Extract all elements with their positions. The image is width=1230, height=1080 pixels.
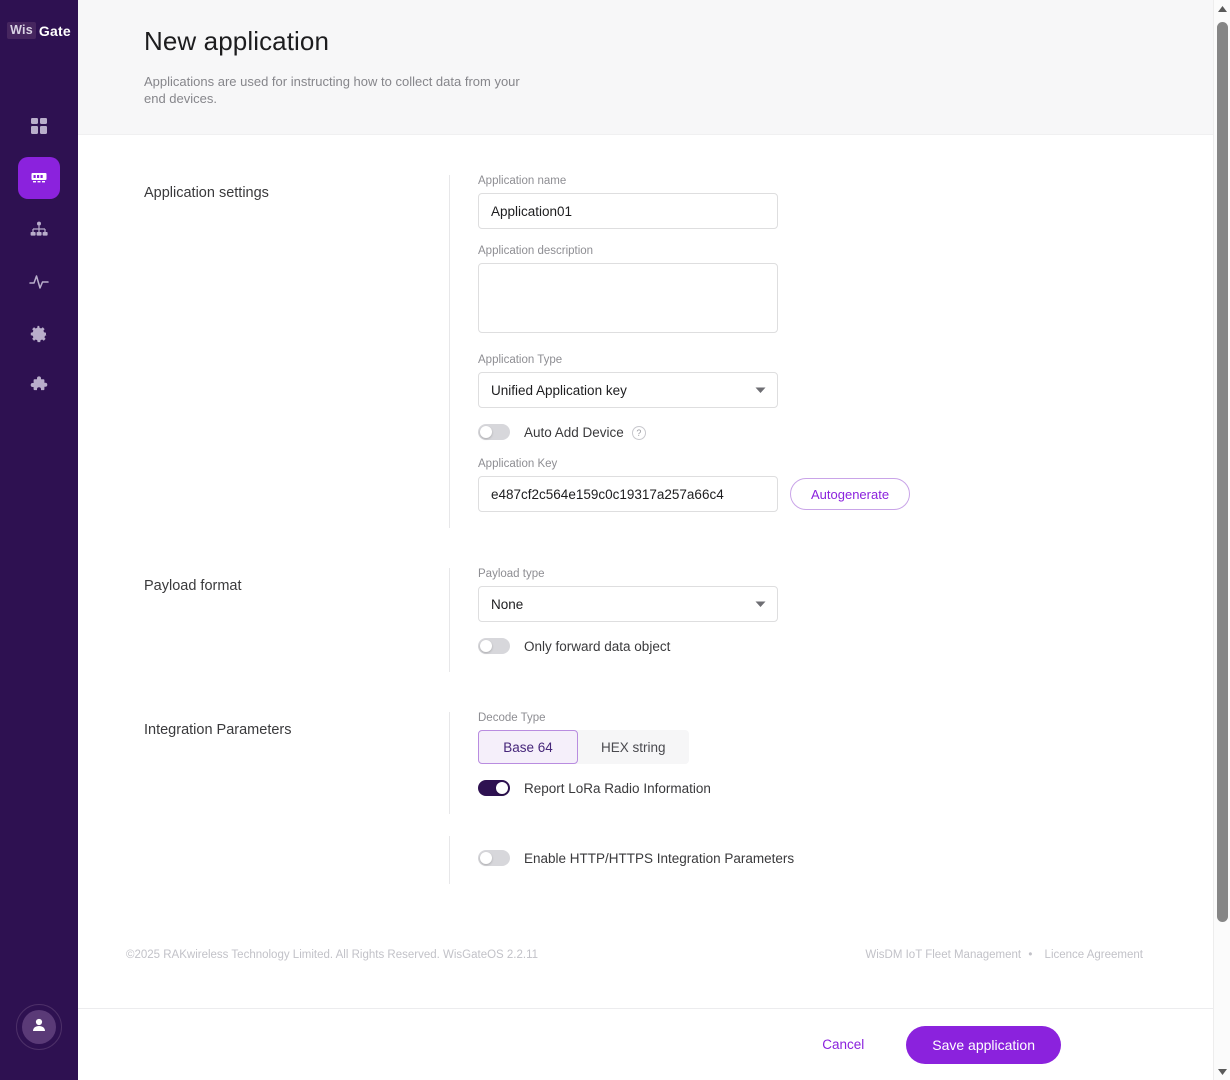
payload-format-fields: Payload type Only forward data objec [449,568,1213,672]
footer-separator: • [1028,949,1033,961]
decode-type-option-hex-string[interactable]: HEX string [578,730,689,764]
form-content: Application settings Application name Ap… [78,135,1213,884]
only-forward-data-object-toggle[interactable] [478,638,510,654]
grid-icon [29,116,49,136]
application-key-row: Autogenerate [478,476,1213,512]
report-lora-radio-information-toggle[interactable] [478,780,510,796]
application-key-input[interactable] [478,476,778,512]
section-integration-parameters: Integration Parameters Decode Type Base … [144,672,1213,814]
licence-agreement-link[interactable]: Licence Agreement [1045,949,1143,961]
puzzle-icon [29,376,49,396]
label-application-description: Application description [478,245,594,257]
toggle-knob [480,426,492,438]
label-application-key: Application Key [478,458,558,470]
auto-add-device-label: Auto Add Device [524,424,624,440]
logo-suffix: Gate [38,22,71,39]
footer-links: WisDM IoT Fleet Management • Licence Agr… [861,949,1143,961]
label-payload-type: Payload type [478,568,545,580]
toggle-knob [480,640,492,652]
row-report-lora-radio-information: Report LoRa Radio Information [478,780,1213,796]
footer: ©2025 RAKwireless Technology Limited. Al… [78,935,1213,961]
label-application-type: Application Type [478,354,563,366]
sidebar-item-monitoring[interactable] [18,261,60,303]
field-application-key: Application Key Autogenerate [478,458,1213,512]
scroll-down-arrow-icon[interactable] [1214,1063,1230,1080]
wisdm-fleet-management-link[interactable]: WisDM IoT Fleet Management [865,949,1021,961]
decode-type-segmented-control: Base 64 HEX string [478,730,689,764]
gear-icon [29,324,49,344]
application-type-select[interactable] [478,372,778,408]
report-lora-radio-information-label: Report LoRa Radio Information [524,780,711,796]
vertical-scrollbar[interactable] [1213,0,1230,1080]
payload-type-value[interactable] [478,586,778,622]
section-application-settings: Application settings Application name Ap… [144,135,1213,528]
field-payload-type: Payload type [478,568,1213,622]
field-application-type: Application Type [478,354,1213,408]
section-title-payload-format: Payload format [144,578,242,594]
scroll-up-arrow-icon[interactable] [1214,0,1230,17]
row-enable-http-integration: Enable HTTP/HTTPS Integration Parameters [478,850,1213,866]
section-title-http-integration [144,836,449,884]
section-payload-format: Payload format Payload type None Only fo… [144,528,1213,672]
sidebar-nav [18,105,60,407]
activity-pulse-icon [28,271,50,293]
application-window: Wis Gate New application Applications ar… [0,0,1230,1080]
toggle-knob [480,852,492,864]
help-icon[interactable]: ? [631,426,646,440]
only-forward-data-object-label: Only forward data object [524,638,671,654]
label-application-name: Application name [478,175,567,187]
save-application-button[interactable]: Save application [906,1025,1061,1064]
autogenerate-button[interactable]: Autogenerate [790,478,911,510]
wisgate-logo: Wis Gate [7,22,71,39]
section-title-application-settings: Application settings [144,185,269,201]
logo-prefix: Wis [7,22,36,39]
toggle-knob [496,782,508,794]
sidebar-item-settings[interactable] [18,313,60,355]
sidebar-item-applications[interactable] [18,157,60,199]
application-type-value[interactable] [478,372,778,408]
field-application-name: Application name [478,175,1213,229]
row-only-forward-data-object: Only forward data object [478,638,1213,654]
sidebar-item-plugins[interactable] [18,365,60,407]
cancel-button[interactable]: Cancel [822,1037,864,1052]
section-http-integration: Enable HTTP/HTTPS Integration Parameters [144,814,1213,884]
sidebar-item-dashboard[interactable] [18,105,60,147]
sidebar-item-network[interactable] [18,209,60,251]
auto-add-device-toggle[interactable] [478,424,510,440]
device-card-icon [29,168,49,188]
account-button[interactable] [16,1004,62,1050]
row-auto-add-device: Auto Add Device ? [478,424,1213,440]
action-bar: Cancel Save application [78,1008,1213,1080]
application-settings-fields: Application name Application description… [449,175,1213,528]
enable-http-integration-label: Enable HTTP/HTTPS Integration Parameters [524,850,795,866]
enable-http-integration-toggle[interactable] [478,850,510,866]
scrollbar-thumb[interactable] [1217,22,1228,922]
decode-type-option-base64[interactable]: Base 64 [478,730,578,764]
sidebar: Wis Gate [0,0,78,1080]
application-description-textarea[interactable] [478,263,778,333]
payload-type-select[interactable] [478,586,778,622]
page-header: New application Applications are used fo… [78,0,1213,135]
section-title-integration-parameters: Integration Parameters [144,722,292,738]
footer-copyright: ©2025 RAKwireless Technology Limited. Al… [126,949,539,961]
avatar [22,1010,56,1044]
page-content: New application Applications are used fo… [78,0,1213,1080]
application-name-input[interactable] [478,193,778,229]
field-decode-type: Decode Type Base 64 HEX string [478,712,1213,764]
page-title: New application [144,26,330,56]
network-node-icon [29,220,49,240]
integration-parameters-fields: Decode Type Base 64 HEX string Report Lo… [449,712,1213,814]
user-avatar-icon [30,1016,48,1039]
page-subtitle: Applications are used for instructing ho… [144,74,520,106]
label-decode-type: Decode Type [478,712,546,724]
field-application-description: Application description [478,245,1213,338]
http-integration-fields: Enable HTTP/HTTPS Integration Parameters [449,836,1213,884]
